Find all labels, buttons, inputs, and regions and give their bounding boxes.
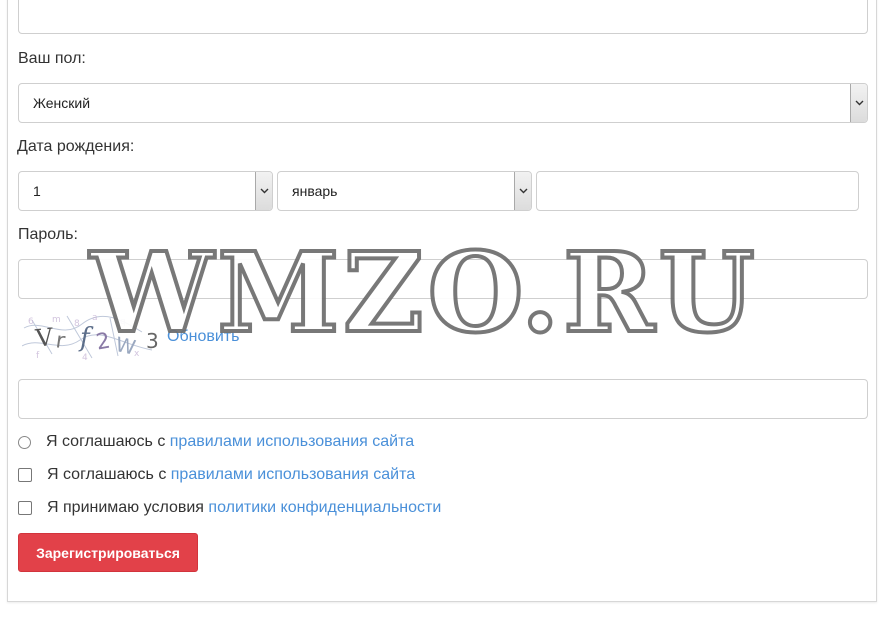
agree-rules-radio-text: Я соглашаюсь с — [46, 433, 170, 450]
svg-text:f: f — [78, 323, 94, 353]
privacy-checkbox[interactable] — [18, 501, 32, 515]
agree-rules-checkbox[interactable] — [18, 468, 32, 482]
chevron-down-icon[interactable] — [850, 84, 867, 122]
birthdate-label: Дата рождения: — [17, 138, 135, 155]
agree-rules-radio-row: Я соглашаюсь с правилами использования с… — [18, 431, 414, 453]
gender-select[interactable]: Женский — [18, 83, 868, 123]
password-label: Пароль: — [18, 226, 78, 243]
svg-text:a: a — [92, 313, 98, 323]
svg-text:m: m — [52, 315, 61, 325]
privacy-checkbox-text: Я принимаю условия — [47, 499, 209, 516]
svg-text:4: 4 — [82, 353, 88, 362]
top-input-field[interactable] — [18, 0, 868, 34]
privacy-checkbox-row: Я принимаю условия политики конфиденциал… — [18, 497, 441, 519]
birth-day-value: 1 — [33, 183, 41, 199]
agree-rules-radio[interactable] — [18, 435, 31, 449]
svg-text:3: 3 — [146, 329, 159, 353]
svg-text:6: 6 — [28, 317, 34, 327]
birth-month-select[interactable]: январь — [277, 171, 532, 211]
rules-link[interactable]: правилами использования сайта — [170, 433, 414, 451]
captcha-image: 6m8 aqf 4x V r f 2 W 3 — [22, 310, 164, 362]
svg-text:r: r — [54, 328, 67, 354]
birth-year-input[interactable] — [536, 171, 859, 211]
gender-label: Ваш пол: — [18, 50, 86, 67]
birth-day-select[interactable]: 1 — [18, 171, 273, 211]
password-field[interactable] — [18, 259, 868, 299]
chevron-down-icon[interactable] — [514, 172, 531, 210]
agree-rules-checkbox-text: Я соглашаюсь с — [47, 466, 171, 483]
svg-text:V: V — [33, 323, 55, 353]
gender-select-value: Женский — [33, 95, 91, 111]
captcha-refresh-link[interactable]: Обновить — [167, 328, 239, 346]
register-button[interactable]: Зарегистрироваться — [18, 533, 198, 572]
privacy-policy-link[interactable]: политики конфиденциальности — [208, 499, 441, 517]
svg-text:2: 2 — [94, 328, 112, 355]
rules-link[interactable]: правилами использования сайта — [171, 466, 415, 484]
svg-text:x: x — [134, 349, 140, 359]
captcha-input[interactable] — [18, 379, 868, 419]
chevron-down-icon[interactable] — [255, 172, 272, 210]
agree-rules-checkbox-row: Я соглашаюсь с правилами использования с… — [18, 464, 415, 486]
birth-month-value: январь — [292, 183, 338, 199]
svg-text:q: q — [120, 317, 126, 327]
